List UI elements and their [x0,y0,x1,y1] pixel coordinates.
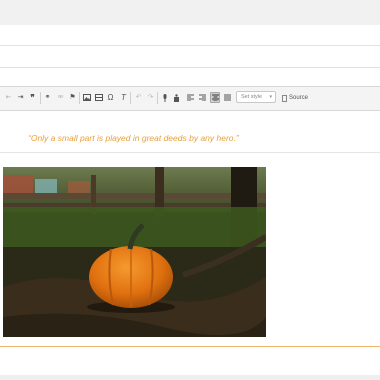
document-icon [282,94,287,102]
style-select-value: Set style [241,94,263,100]
align-left-icon[interactable] [186,92,195,103]
outdent-icon[interactable]: ⇤ [4,92,13,103]
style-select[interactable]: Set style ▾ [236,91,276,103]
indent-icon[interactable]: ⇥ [16,92,25,103]
image-icon[interactable] [82,92,91,103]
blockquote-icon[interactable]: ❞ [28,92,37,103]
top-band [0,0,380,25]
align-right-icon[interactable] [198,92,207,103]
remove-format-icon[interactable]: T [119,92,128,103]
toolbar-separator [157,92,158,104]
pumpkin-photo [3,167,266,337]
divider [0,67,380,68]
toolbar-separator [79,92,80,104]
quote-text: “Only a small part is played in great de… [28,133,239,143]
divider [0,346,380,347]
anchor-icon[interactable]: ⚑ [68,92,77,103]
divider [0,45,380,46]
redo-icon[interactable]: ↷ [146,92,155,103]
horizontal-rule-icon[interactable] [94,92,103,103]
undo-icon[interactable]: ↶ [134,92,143,103]
divider [0,152,380,153]
table-icon[interactable] [172,92,181,103]
toolbar-separator [40,92,41,104]
align-justify-icon[interactable] [223,92,232,103]
bottom-band [0,375,380,380]
unlink-icon[interactable]: ⚮ [56,92,65,103]
chevron-down-icon: ▾ [269,94,272,100]
audio-icon[interactable] [160,92,169,103]
source-label: Source [289,95,309,101]
align-center-icon[interactable] [210,92,220,103]
source-button[interactable]: Source [282,93,308,103]
link-icon[interactable]: ⚭ [43,92,52,103]
editor-toolbar: ⇤ ⇥ ❞ ⚭ ⚮ ⚑ Ω T ↶ ↷ Set style ▾ Source [0,86,380,111]
toolbar-separator [130,92,131,104]
special-char-icon[interactable]: Ω [106,92,115,103]
